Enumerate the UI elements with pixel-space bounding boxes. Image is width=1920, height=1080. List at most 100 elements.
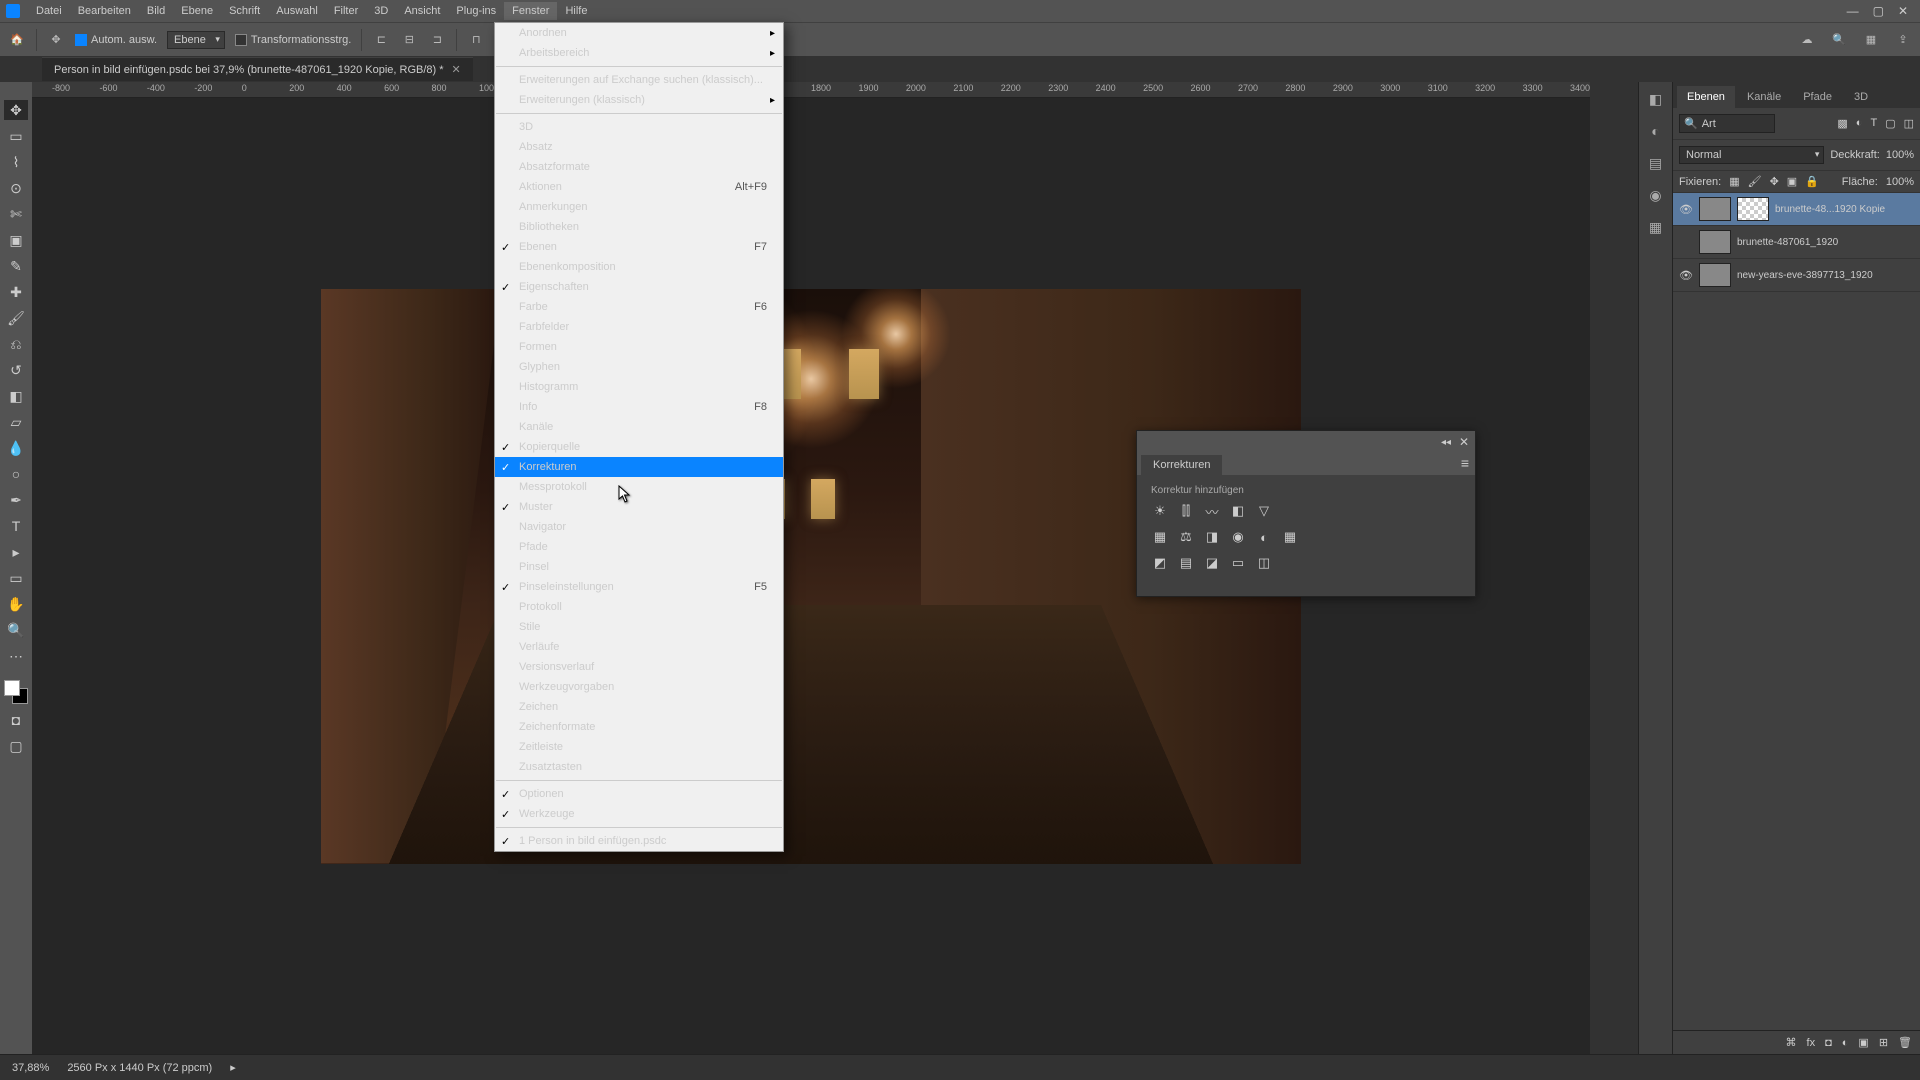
layer-visibility-icon[interactable]: 👁 [1679, 203, 1693, 216]
menu-ebene[interactable]: Ebene [173, 2, 221, 20]
lock-transparent-icon[interactable]: ▦ [1729, 175, 1739, 188]
menu-bild[interactable]: Bild [139, 2, 173, 20]
menuitem-kan-le[interactable]: Kanäle [495, 417, 783, 437]
fill-value[interactable]: 100% [1886, 176, 1914, 188]
blend-mode-dropdown[interactable]: Normal [1679, 146, 1824, 164]
filter-pixel-icon[interactable]: ▩ [1837, 117, 1847, 130]
menuitem-pinsel[interactable]: Pinsel [495, 557, 783, 577]
status-more-icon[interactable]: ▸ [230, 1061, 236, 1074]
menuitem-glyphen[interactable]: Glyphen [495, 357, 783, 377]
menu-bearbeiten[interactable]: Bearbeiten [70, 2, 139, 20]
healing-tool[interactable]: ✚ [4, 282, 28, 302]
curves-icon[interactable]: 〰 [1203, 502, 1221, 520]
layer-mask-thumbnail[interactable] [1737, 197, 1769, 221]
menu-ansicht[interactable]: Ansicht [396, 2, 448, 20]
menuitem-zeichenformate[interactable]: Zeichenformate [495, 717, 783, 737]
move-tool-icon[interactable]: ✥ [47, 31, 65, 49]
filter-adjust-icon[interactable]: ◐ [1856, 117, 1863, 130]
lock-artboard-icon[interactable]: ▣ [1787, 175, 1797, 188]
menuitem-stile[interactable]: Stile [495, 617, 783, 637]
layer-row[interactable]: 👁 new-years-eve-3897713_1920 [1673, 259, 1920, 292]
transform-controls-checkbox[interactable]: Transformationsstrg. [235, 34, 351, 46]
quick-mask-tool[interactable]: ◘ [4, 710, 28, 730]
menuitem-werkzeuge[interactable]: Werkzeuge [495, 804, 783, 824]
libraries-panel-icon[interactable]: ▤ [1647, 154, 1665, 172]
cloud-icon[interactable]: ☁ [1798, 31, 1816, 49]
menuitem-anmerkungen[interactable]: Anmerkungen [495, 197, 783, 217]
menu-fenster[interactable]: Fenster [504, 2, 557, 20]
layer-thumbnail[interactable] [1699, 230, 1731, 254]
gradient-map-icon[interactable]: ▭ [1229, 554, 1247, 572]
screen-mode-tool[interactable]: ▢ [4, 736, 28, 756]
menu-filter[interactable]: Filter [326, 2, 366, 20]
layer-name[interactable]: new-years-eve-3897713_1920 [1737, 270, 1873, 281]
layer-dropdown[interactable]: Ebene [167, 31, 225, 49]
menuitem-info[interactable]: InfoF8 [495, 397, 783, 417]
selective-color-icon[interactable]: ◫ [1255, 554, 1273, 572]
document-tab[interactable]: Person in bild einfügen.psdc bei 37,9% (… [42, 57, 473, 81]
share-icon[interactable]: ⇪ [1894, 31, 1912, 49]
pen-tool[interactable]: ✒ [4, 490, 28, 510]
move-tool[interactable]: ✥ [4, 100, 28, 120]
menuitem-ebenenkomposition[interactable]: Ebenenkomposition [495, 257, 783, 277]
history-brush-tool[interactable]: ↺ [4, 360, 28, 380]
layer-name[interactable]: brunette-487061_1920 [1737, 237, 1838, 248]
panel-menu-icon[interactable]: ≡ [1461, 455, 1469, 471]
menuitem-eigenschaften[interactable]: Eigenschaften [495, 277, 783, 297]
maximize-button[interactable]: ▢ [1873, 4, 1884, 18]
rectangle-tool[interactable]: ▭ [4, 568, 28, 588]
layer-filter-dropdown[interactable]: 🔍 Art [1679, 114, 1775, 133]
hand-tool[interactable]: ✋ [4, 594, 28, 614]
menu-auswahl[interactable]: Auswahl [268, 2, 326, 20]
eyedropper-tool[interactable]: ✎ [4, 256, 28, 276]
menuitem-optionen[interactable]: Optionen [495, 784, 783, 804]
color-lookup-icon[interactable]: ▦ [1281, 528, 1299, 546]
menuitem-farbfelder[interactable]: Farbfelder [495, 317, 783, 337]
menuitem-ebenen[interactable]: EbenenF7 [495, 237, 783, 257]
delete-layer-icon[interactable]: 🗑 [1898, 1036, 1912, 1049]
adjustment-layer-icon[interactable]: ◐ [1842, 1037, 1849, 1049]
blur-tool[interactable]: 💧 [4, 438, 28, 458]
properties-panel-icon[interactable]: ◧ [1647, 90, 1665, 108]
layer-visibility-icon[interactable]: 👁 [1679, 269, 1693, 282]
panel-close-icon[interactable]: ✕ [1459, 435, 1469, 449]
eraser-tool[interactable]: ◧ [4, 386, 28, 406]
layer-thumbnail[interactable] [1699, 197, 1731, 221]
dodge-tool[interactable]: ○ [4, 464, 28, 484]
minimize-button[interactable]: — [1847, 4, 1859, 18]
layer-row[interactable]: brunette-487061_1920 [1673, 226, 1920, 259]
posterize-icon[interactable]: ▤ [1177, 554, 1195, 572]
menuitem-farbe[interactable]: FarbeF6 [495, 297, 783, 317]
frame-tool[interactable]: ▣ [4, 230, 28, 250]
align-top-icon[interactable]: ⊓ [467, 31, 485, 49]
search-icon[interactable]: 🔍 [1830, 31, 1848, 49]
align-left-icon[interactable]: ⊏ [372, 31, 390, 49]
panel-tab-3d[interactable]: 3D [1844, 86, 1878, 108]
color-swatch[interactable] [4, 680, 28, 704]
channel-mixer-icon[interactable]: ◐ [1255, 528, 1273, 546]
gradient-tool[interactable]: ▱ [4, 412, 28, 432]
edit-toolbar[interactable]: ⋯ [4, 646, 28, 666]
align-center-h-icon[interactable]: ⊟ [400, 31, 418, 49]
panel-tab-ebenen[interactable]: Ebenen [1677, 86, 1735, 108]
lasso-tool[interactable]: ⌇ [4, 152, 28, 172]
new-layer-icon[interactable]: ⊞ [1879, 1036, 1888, 1049]
korrekturen-panel[interactable]: ◂◂ ✕ Korrekturen ≡ Korrektur hinzufügen … [1136, 430, 1476, 597]
menuitem-werkzeugvorgaben[interactable]: Werkzeugvorgaben [495, 677, 783, 697]
menu-datei[interactable]: Datei [28, 2, 70, 20]
panel-tab-kanäle[interactable]: Kanäle [1737, 86, 1791, 108]
quick-select-tool[interactable]: ⊙ [4, 178, 28, 198]
menuitem-pinseleinstellungen[interactable]: PinseleinstellungenF5 [495, 577, 783, 597]
color-balance-icon[interactable]: ⚖ [1177, 528, 1195, 546]
menuitem-histogramm[interactable]: Histogramm [495, 377, 783, 397]
panel-tab-pfade[interactable]: Pfade [1793, 86, 1842, 108]
menuitem-erweiterungen-klassisch-[interactable]: Erweiterungen (klassisch) [495, 90, 783, 110]
menuitem-erweiterungen-auf-exchange-suchen-klassisch-[interactable]: Erweiterungen auf Exchange suchen (klass… [495, 70, 783, 90]
opacity-value[interactable]: 100% [1886, 149, 1914, 161]
auto-select-checkbox[interactable]: Autom. ausw. [75, 34, 157, 46]
lock-paint-icon[interactable]: 🖌 [1748, 175, 1762, 188]
lock-all-icon[interactable]: 🔒 [1805, 175, 1819, 188]
path-select-tool[interactable]: ▸ [4, 542, 28, 562]
link-layers-icon[interactable]: ⌘ [1786, 1036, 1797, 1049]
vibrance-icon[interactable]: ▽ [1255, 502, 1273, 520]
